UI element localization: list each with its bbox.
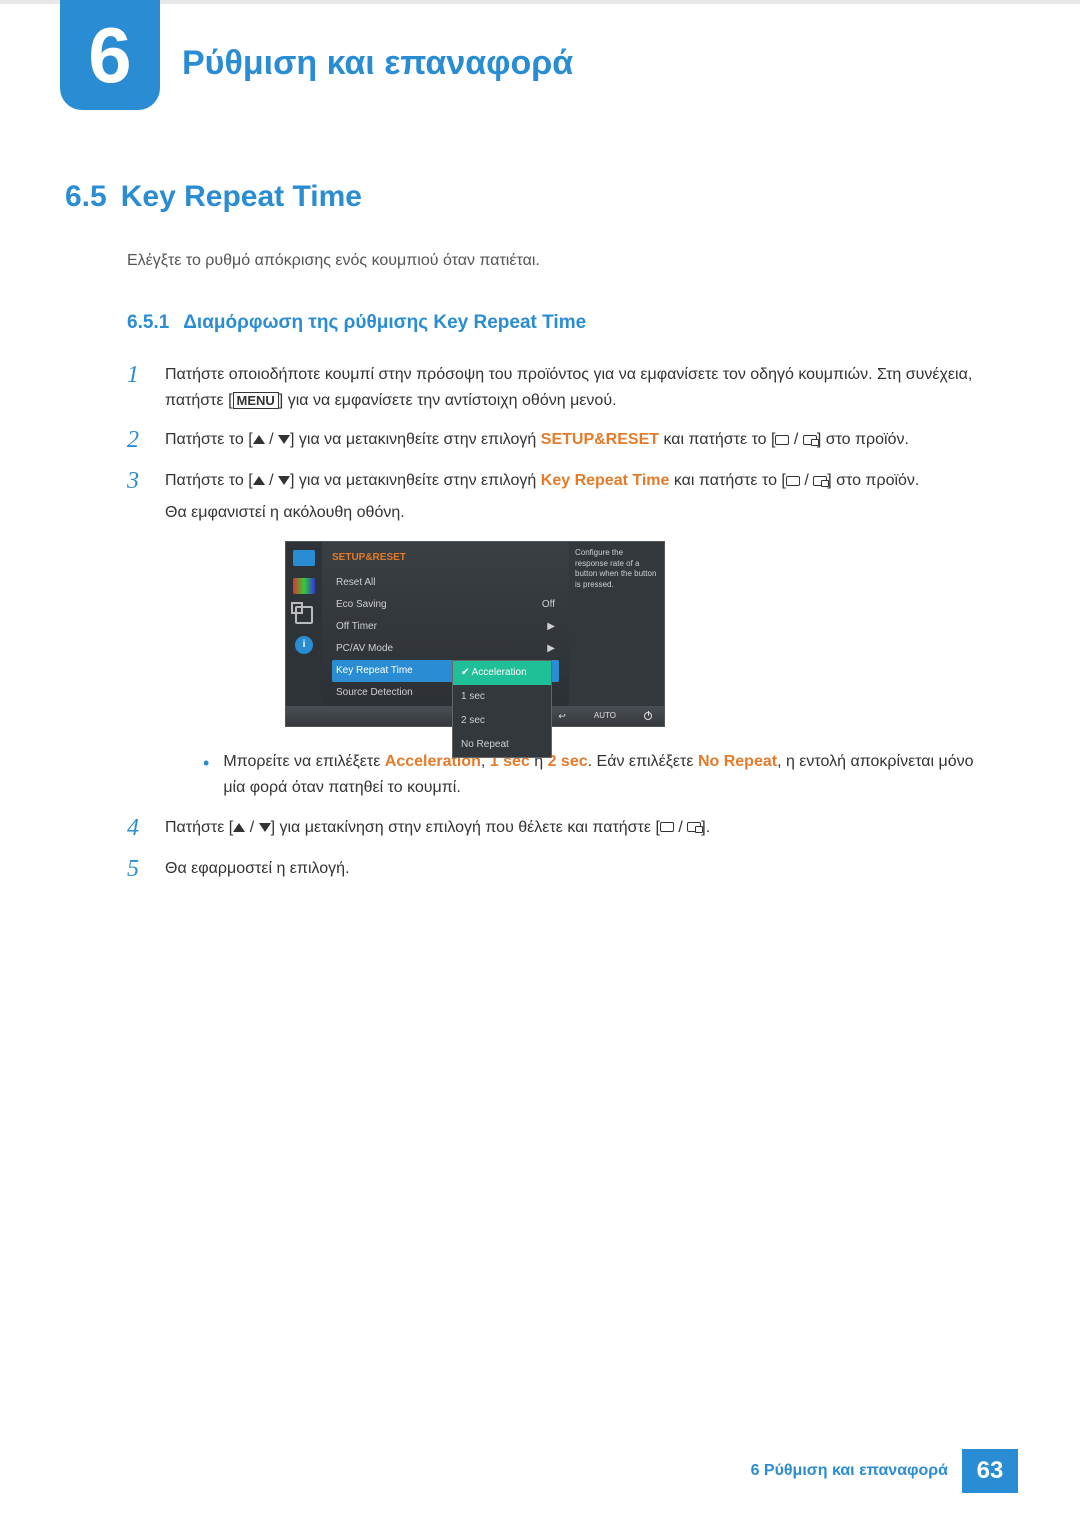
step-number: 5 xyxy=(127,856,147,883)
osd-option-acceleration: Acceleration xyxy=(453,661,551,685)
osd-sidebar: i xyxy=(286,542,322,706)
step-1-text-b: για να εμφανίσετε την αντίστοιχη οθόνη μ… xyxy=(288,392,617,409)
option-norepeat: No Repeat xyxy=(698,753,777,770)
step-3-after: Θα εμφανιστεί η ακόλουθη οθόνη. xyxy=(165,500,990,526)
chapter-title: Ρύθμιση και επαναφορά xyxy=(182,4,573,83)
source-icon xyxy=(803,435,817,445)
down-arrow-icon xyxy=(278,476,290,485)
osd-popup: Acceleration 1 sec 2 sec No Repeat xyxy=(452,660,552,758)
chapter-number-badge: 6 xyxy=(60,0,160,110)
osd-row-reset: Reset All xyxy=(332,572,559,594)
osd-color-icon xyxy=(293,578,315,594)
step-number: 2 xyxy=(127,427,147,454)
osd-option-2sec: 2 sec xyxy=(453,709,551,733)
osd-row-eco: Eco SavingOff xyxy=(332,594,559,616)
step-3-text-b: για να μετακινηθείτε στην επιλογή xyxy=(299,472,541,489)
step-3-text-c: και πατήστε το xyxy=(674,472,782,489)
footer-chapter-label: 6 Ρύθμιση και επαναφορά xyxy=(751,1462,962,1480)
subsection-number: 6.5.1 xyxy=(127,312,169,334)
osd-return-icon: ↩ xyxy=(558,709,566,723)
step-2-text-c: και πατήστε το xyxy=(663,431,771,448)
osd-main-panel: SETUP&RESET Reset All Eco SavingOff Off … xyxy=(322,542,569,706)
up-arrow-icon xyxy=(253,476,265,485)
key-repeat-time-label: Key Repeat Time xyxy=(541,472,670,489)
section-title: Key Repeat Time xyxy=(121,180,362,214)
subsection-heading: 6.5.1 Διαμόρφωση της ρύθμισης Key Repeat… xyxy=(127,312,990,334)
menu-button-label: MENU xyxy=(233,392,279,409)
step-5-text: Θα εφαρμοστεί η επιλογή. xyxy=(165,856,990,883)
osd-power-icon xyxy=(644,712,652,720)
source-icon xyxy=(813,476,827,486)
chapter-header: 6 Ρύθμιση και επαναφορά xyxy=(0,4,1080,110)
page-footer: 6 Ρύθμιση και επαναφορά 63 xyxy=(751,1449,1018,1493)
enter-icon xyxy=(775,435,789,445)
bullet-options: • Μπορείτε να επιλέξετε Acceleration, 1 … xyxy=(203,749,990,800)
step-4-text-b: για μετακίνηση στην επιλογή που θέλετε κ… xyxy=(279,819,655,836)
option-2sec: 2 sec xyxy=(548,753,588,770)
step-4: 4 Πατήστε [ / ] για μετακίνηση στην επιλ… xyxy=(127,815,990,842)
up-arrow-icon xyxy=(253,435,265,444)
section-number: 6.5 xyxy=(65,180,107,214)
step-2: 2 Πατήστε το [ / ] για να μετακινηθείτε … xyxy=(127,427,990,454)
osd-auto-label: AUTO xyxy=(594,710,616,723)
section-heading: 6.5 Key Repeat Time xyxy=(65,180,990,214)
subsection-title: Διαμόρφωση της ρύθμισης Key Repeat Time xyxy=(183,312,586,334)
down-arrow-icon xyxy=(278,435,290,444)
osd-size-icon xyxy=(295,606,313,624)
step-3: 3 Πατήστε το [ / ] για να μετακινηθείτε … xyxy=(127,468,990,800)
step-4-text-c: . xyxy=(706,819,710,836)
osd-description: Configure the response rate of a button … xyxy=(569,542,664,706)
step-number: 4 xyxy=(127,815,147,842)
step-5: 5 Θα εφαρμοστεί η επιλογή. xyxy=(127,856,990,883)
osd-row-pcav: PC/AV Mode▶ xyxy=(332,638,559,660)
osd-row-offtimer: Off Timer▶ xyxy=(332,616,559,638)
step-3-text-a: Πατήστε το xyxy=(165,472,248,489)
up-arrow-icon xyxy=(233,823,245,832)
section-intro: Ελέγξτε το ρυθμό απόκρισης ενός κουμπιού… xyxy=(127,252,990,270)
enter-icon xyxy=(660,822,674,832)
step-number: 1 xyxy=(127,362,147,413)
step-2-text-b: για να μετακινηθείτε στην επιλογή xyxy=(299,431,541,448)
step-1: 1 Πατήστε οποιοδήποτε κουμπί στην πρόσοψ… xyxy=(127,362,990,413)
step-3-text-d: στο προϊόν. xyxy=(836,472,919,489)
down-arrow-icon xyxy=(259,823,271,832)
enter-icon xyxy=(786,476,800,486)
step-2-text-a: Πατήστε το xyxy=(165,431,248,448)
bullet-icon: • xyxy=(203,749,209,800)
bullet-text-a: Μπορείτε να επιλέξετε xyxy=(223,753,384,770)
step-2-text-d: στο προϊόν. xyxy=(826,431,909,448)
osd-option-norepeat: No Repeat xyxy=(453,733,551,757)
osd-screenshot: i SETUP&RESET Reset All Eco SavingOff Of… xyxy=(285,541,665,727)
osd-picture-icon xyxy=(293,550,315,566)
source-icon xyxy=(687,822,701,832)
setup-reset-label: SETUP&RESET xyxy=(541,431,659,448)
osd-info-icon: i xyxy=(295,636,313,654)
page-number: 63 xyxy=(962,1449,1018,1493)
osd-header: SETUP&RESET xyxy=(332,550,559,566)
step-4-text-a: Πατήστε xyxy=(165,819,229,836)
osd-option-1sec: 1 sec xyxy=(453,685,551,709)
bullet-text-b: . Εάν επιλέξετε xyxy=(588,753,698,770)
step-number: 3 xyxy=(127,468,147,800)
